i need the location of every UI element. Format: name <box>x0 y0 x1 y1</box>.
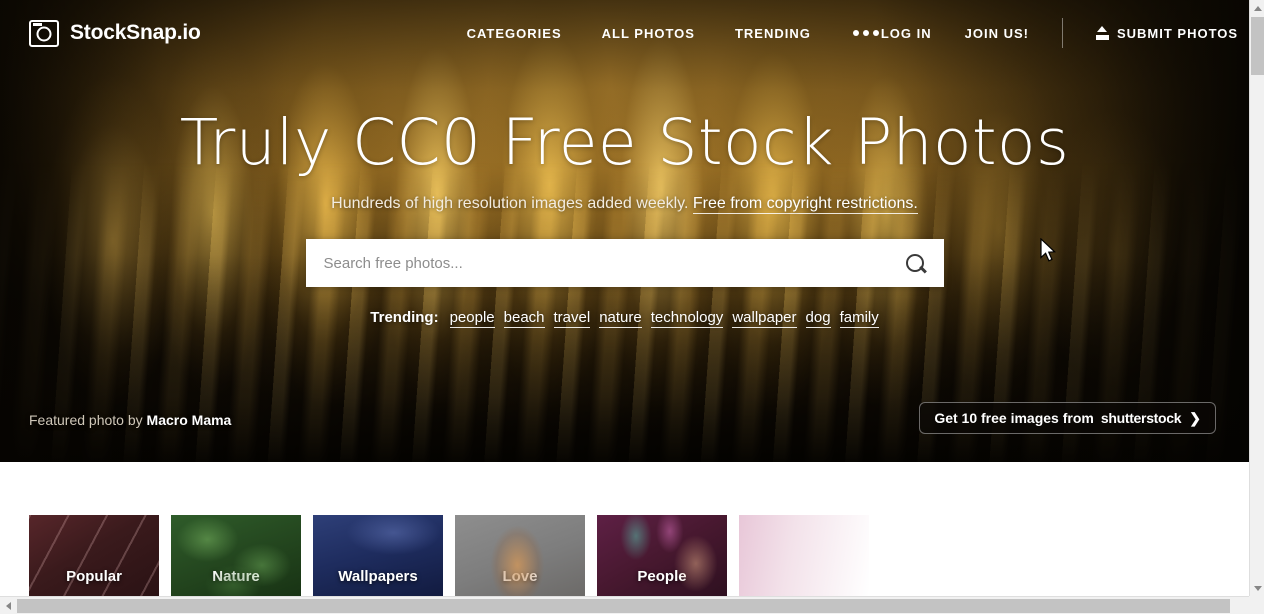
scroll-down-button[interactable] <box>1250 580 1264 596</box>
camera-icon <box>29 19 59 47</box>
scroll-left-button[interactable] <box>0 597 16 614</box>
horizontal-scrollbar[interactable] <box>0 596 1264 614</box>
category-tile-wallpapers[interactable]: Wallpapers <box>313 515 443 596</box>
shutterstock-promo-text: Get 10 free images from <box>934 410 1094 426</box>
trending-tag-nature[interactable]: nature <box>599 309 642 328</box>
logo-text: StockSnap.io <box>70 21 201 44</box>
hero-section: StockSnap.io CATEGORIES ALL PHOTOS TREND… <box>0 0 1249 462</box>
category-label: Wallpapers <box>338 568 418 585</box>
category-label: Love <box>502 568 538 585</box>
top-navigation-bar: StockSnap.io CATEGORIES ALL PHOTOS TREND… <box>0 0 1249 66</box>
vertical-scrollbar[interactable] <box>1249 0 1264 596</box>
nav-divider <box>1061 18 1063 48</box>
page-title: Truly CC0 Free Stock Photos <box>179 106 1070 179</box>
upload-icon <box>1095 26 1109 40</box>
vertical-scrollbar-thumb[interactable] <box>1251 17 1264 75</box>
category-tile-next[interactable] <box>739 515 869 596</box>
category-tile-people[interactable]: People <box>597 515 727 596</box>
primary-nav-links: CATEGORIES ALL PHOTOS TRENDING <box>467 24 881 42</box>
category-label: People <box>637 568 687 585</box>
nav-item-join-us[interactable]: JOIN US! <box>965 26 1029 41</box>
triangle-up-icon <box>1253 5 1262 11</box>
trending-tag-wallpaper[interactable]: wallpaper <box>732 309 797 328</box>
trending-tag-family[interactable]: family <box>839 309 879 328</box>
browser-viewport: StockSnap.io CATEGORIES ALL PHOTOS TREND… <box>0 0 1249 596</box>
trending-tag-dog[interactable]: dog <box>805 309 831 328</box>
shutterstock-brand: shutterstock <box>1100 410 1182 426</box>
category-label: Popular <box>66 568 122 585</box>
credit-prefix: Featured photo by <box>29 412 147 428</box>
search-input[interactable] <box>305 239 888 287</box>
trending-tag-beach[interactable]: beach <box>503 309 545 328</box>
trending-label: Trending: <box>370 309 439 326</box>
category-tiles: Popular Nature Wallpapers Love People <box>29 515 869 596</box>
category-tile-nature[interactable]: Nature <box>171 515 301 596</box>
scroll-up-button[interactable] <box>1250 0 1264 16</box>
trending-tag-people[interactable]: people <box>449 309 495 328</box>
nav-item-login[interactable]: LOG IN <box>881 26 932 41</box>
ellipsis-icon[interactable] <box>851 24 881 42</box>
nav-item-trending[interactable]: TRENDING <box>735 26 811 41</box>
search-icon <box>906 253 925 273</box>
trending-tag-technology[interactable]: technology <box>650 309 724 328</box>
shutterstock-promo-button[interactable]: Get 10 free images from shutterstock ❯ <box>919 402 1216 434</box>
category-label: Nature <box>212 568 260 585</box>
triangle-down-icon <box>1253 585 1262 591</box>
trending-tag-travel[interactable]: travel <box>553 309 591 328</box>
horizontal-scrollbar-thumb[interactable] <box>17 599 1230 613</box>
credit-author-link[interactable]: Macro Mama <box>147 412 232 428</box>
hero-content: Truly CC0 Free Stock Photos Hundreds of … <box>0 111 1249 328</box>
secondary-nav-links: LOG IN JOIN US! SUBMIT PHOTOS <box>881 18 1238 48</box>
triangle-left-icon <box>5 601 11 610</box>
submit-photos-label: SUBMIT PHOTOS <box>1116 25 1239 41</box>
main-content: Popular Nature Wallpapers Love People <box>0 462 1249 596</box>
hero-subtitle: Hundreds of high resolution images added… <box>0 195 1249 214</box>
search-button[interactable] <box>888 239 944 287</box>
copyright-restrictions-link[interactable]: Free from copyright restrictions. <box>692 195 918 214</box>
category-tile-love[interactable]: Love <box>455 515 585 596</box>
category-tile-popular[interactable]: Popular <box>29 515 159 596</box>
hero-subtitle-text: Hundreds of high resolution images added… <box>331 195 693 212</box>
chevron-right-icon: ❯ <box>1189 409 1201 426</box>
trending-tags: Trending: people beach travel nature tec… <box>0 309 1249 328</box>
nav-item-categories[interactable]: CATEGORIES <box>467 26 562 41</box>
search-bar <box>305 239 944 287</box>
nav-item-submit-photos[interactable]: SUBMIT PHOTOS <box>1095 25 1239 41</box>
scrollbar-corner <box>1249 596 1264 614</box>
nav-item-all-photos[interactable]: ALL PHOTOS <box>602 26 695 41</box>
featured-photo-credit: Featured photo by Macro Mama <box>29 412 231 428</box>
site-logo[interactable]: StockSnap.io <box>29 19 201 47</box>
